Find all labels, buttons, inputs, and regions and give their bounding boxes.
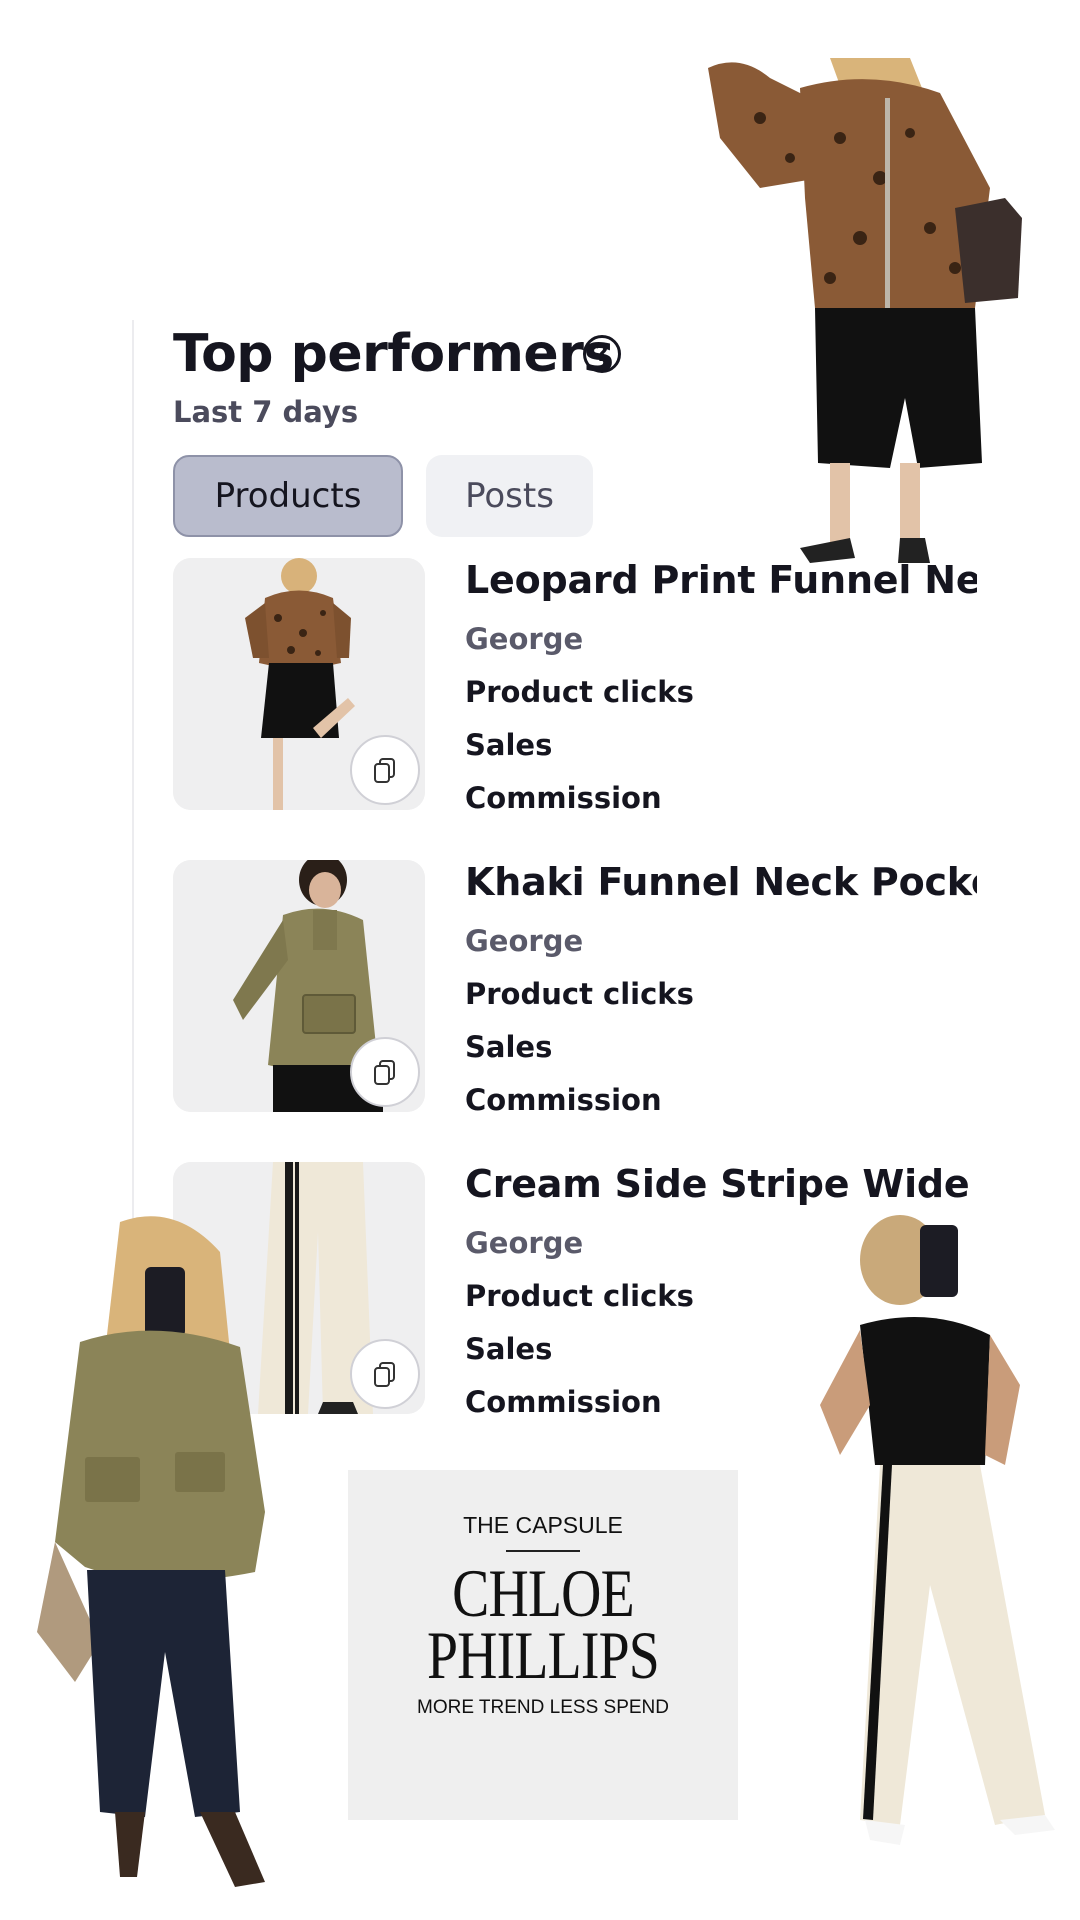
sales-label: Sales [465,728,553,762]
product-clicks-label: Product clicks [465,675,694,709]
brand-name-line-1: CHLOE [452,1555,635,1631]
brand-top-line: THE CAPSULE [463,1512,623,1538]
product-title[interactable]: Cream Side Stripe Wide Le [465,1162,977,1206]
product-thumbnail [173,860,425,1112]
tab-posts[interactable]: Posts [426,455,593,537]
sales-label: Sales [465,1030,553,1064]
product-thumbnail [173,558,425,810]
brand-name-line-2: PHILLIPS [426,1617,660,1693]
copy-link-button[interactable] [350,1339,420,1409]
cream-trousers-outfit-photo [780,1205,1060,1905]
help-icon[interactable]: ? [583,335,621,373]
copy-link-button[interactable] [350,735,420,805]
page-title: Top performers [173,324,614,384]
brand-tagline: MORE TREND LESS SPEND [417,1697,669,1718]
tab-products[interactable]: Products [173,455,403,537]
copy-icon [374,758,395,783]
help-icon-glyph: ? [595,341,609,367]
copy-link-button[interactable] [350,1037,420,1107]
product-clicks-label: Product clicks [465,977,694,1011]
product-brand: George [465,622,584,656]
khaki-outfit-photo [25,1212,275,1892]
brand-divider [506,1550,580,1552]
commission-label: Commission [465,781,662,815]
commission-label: Commission [465,1083,662,1117]
product-brand: George [465,924,584,958]
commission-label: Commission [465,1385,662,1419]
product-row[interactable]: Khaki Funnel Neck Pocket J George Produc… [173,860,977,1117]
copy-icon [374,1060,395,1085]
product-brand: George [465,1226,584,1260]
leopard-outfit-photo [700,58,1030,578]
copy-icon [374,1362,395,1387]
brand-logo-card: THE CAPSULE CHLOE PHILLIPS MORE TREND LE… [348,1470,738,1820]
date-range-label: Last 7 days [173,395,359,429]
brand-name: CHLOE PHILLIPS [383,1555,703,1693]
product-title[interactable]: Khaki Funnel Neck Pocket J [465,860,977,904]
product-clicks-label: Product clicks [465,1279,694,1313]
sales-label: Sales [465,1332,553,1366]
panel-divider [132,320,134,1240]
product-row[interactable]: Leopard Print Funnel Neck George Product… [173,558,977,815]
